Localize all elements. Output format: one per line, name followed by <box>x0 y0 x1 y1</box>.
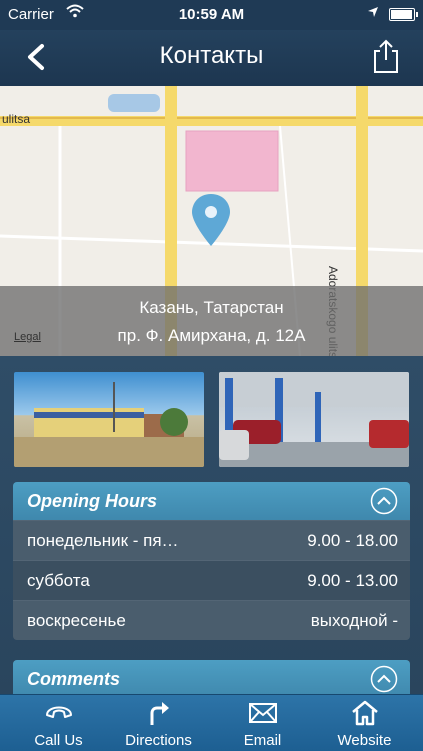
building-block <box>185 130 279 192</box>
envelope-icon <box>249 703 277 723</box>
opening-hours-header[interactable]: Opening Hours <box>13 482 410 520</box>
home-icon <box>352 700 378 726</box>
share-button[interactable] <box>371 38 401 74</box>
navigation-bar: Контакты <box>0 30 423 86</box>
address-overlay: Казань, Татарстан пр. Ф. Амирхана, д. 12… <box>0 286 423 356</box>
collapse-button[interactable] <box>370 665 398 693</box>
address-city: Казань, Татарстан <box>139 298 284 317</box>
tab-directions[interactable]: Directions <box>106 695 211 751</box>
hours-value: 9.00 - 13.00 <box>307 571 398 590</box>
page-title: Контакты <box>159 42 264 69</box>
tab-label: Website <box>337 732 392 749</box>
hours-row: воскресенье выходной - <box>13 600 410 640</box>
map-view[interactable]: ulitsa Adoratskogo ulitsa Казань, Татарс… <box>0 86 423 356</box>
legal-link[interactable]: Legal <box>14 331 41 343</box>
comments-panel: Comments <box>13 660 410 698</box>
comments-title: Comments <box>27 669 121 689</box>
opening-hours-panel: Opening Hours понедельник - пя… 9.00 - 1… <box>13 482 410 640</box>
service-photo[interactable] <box>219 372 409 467</box>
collapse-button[interactable] <box>370 487 398 515</box>
hours-value: выходной - <box>310 611 398 630</box>
pond-shape <box>108 94 160 112</box>
chevron-up-icon <box>370 487 398 515</box>
share-icon <box>374 39 398 73</box>
day-label: понедельник - пя… <box>27 531 179 550</box>
street-label-top: ulitsa <box>2 112 31 126</box>
opening-hours-title: Opening Hours <box>27 491 157 511</box>
tab-label: Email <box>243 732 282 749</box>
day-label: воскресенье <box>27 611 126 630</box>
chevron-up-icon <box>370 665 398 693</box>
status-time: 10:59 AM <box>178 6 245 23</box>
tab-email[interactable]: Email <box>210 695 315 751</box>
hours-row: понедельник - пя… 9.00 - 18.00 <box>13 520 410 560</box>
day-label: суббота <box>27 571 90 590</box>
hours-list: понедельник - пя… 9.00 - 18.00 суббота 9… <box>13 520 410 640</box>
location-arrow-icon <box>367 5 379 22</box>
address-street: пр. Ф. Амирхана, д. 12А <box>117 326 306 345</box>
tab-website[interactable]: Website <box>312 695 417 751</box>
building-photo[interactable] <box>14 372 204 467</box>
comments-header[interactable]: Comments <box>13 660 410 698</box>
battery-icon <box>389 8 418 21</box>
phone-icon <box>46 706 72 718</box>
tab-label: Directions <box>125 732 192 749</box>
tab-call-us[interactable]: Call Us <box>6 695 111 751</box>
status-bar: Carrier 10:59 AM <box>0 0 423 30</box>
directions-icon <box>150 702 169 725</box>
hours-row: суббота 9.00 - 13.00 <box>13 560 410 600</box>
tab-bar: Call Us Directions Email Website <box>0 694 423 751</box>
tab-label: Call Us <box>34 732 83 749</box>
contacts-content[interactable]: Opening Hours понедельник - пя… 9.00 - 1… <box>0 356 423 698</box>
hours-value: 9.00 - 18.00 <box>307 531 398 550</box>
